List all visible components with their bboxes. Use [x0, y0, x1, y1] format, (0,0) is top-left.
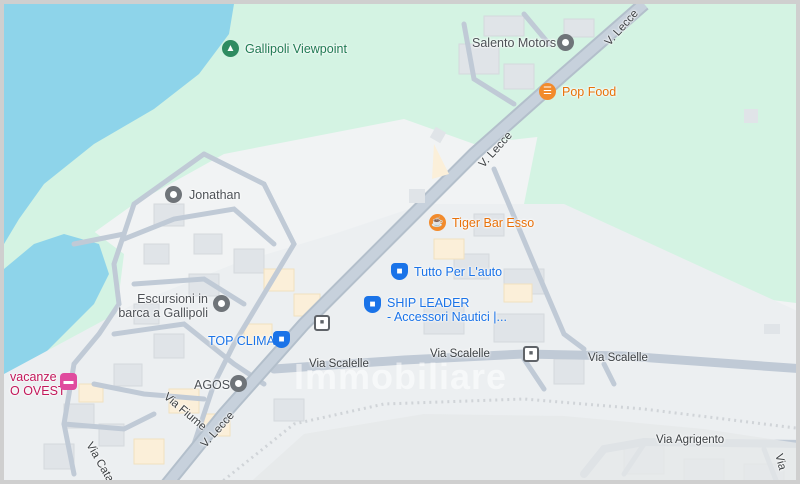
place-label-vacanze[interactable]: vacanze O OVEST: [10, 370, 66, 398]
map-base-layer: [4, 4, 796, 480]
road-label-via-scalelle-1: Via Scalelle: [309, 358, 369, 370]
place-pin-icon[interactable]: [165, 186, 182, 203]
place-label-gallipoli-viewpoint[interactable]: Gallipoli Viewpoint: [245, 42, 347, 56]
vacanze-line1: vacanze: [10, 370, 57, 384]
place-pin-icon[interactable]: [557, 34, 574, 51]
cafe-icon[interactable]: ☕: [429, 214, 446, 231]
place-label-escursioni[interactable]: Escursioni in barca a Gallipoli: [116, 292, 208, 320]
place-label-tiger-bar-esso[interactable]: Tiger Bar Esso: [452, 216, 534, 230]
road-label-via-scalelle-2: Via Scalelle: [430, 348, 490, 360]
park-icon[interactable]: ▲: [222, 40, 239, 57]
place-label-jonathan[interactable]: Jonathan: [189, 188, 240, 202]
shopping-bag-icon[interactable]: ■: [364, 296, 381, 313]
place-label-salento-motors[interactable]: Salento Motors: [472, 36, 556, 50]
escursioni-line1: Escursioni in: [137, 292, 208, 306]
bus-stop-icon[interactable]: ■: [523, 346, 539, 362]
road-label-via-scalelle-3: Via Scalelle: [588, 352, 648, 364]
place-pin-icon[interactable]: [213, 295, 230, 312]
map-canvas[interactable]: Immobiliare V. Lecce V. Lecce V. Lecce V…: [0, 0, 800, 484]
bus-stop-icon[interactable]: ■: [314, 315, 330, 331]
place-label-ship-leader[interactable]: SHIP LEADER - Accessori Nautici |...: [387, 296, 507, 324]
place-label-pop-food[interactable]: Pop Food: [562, 85, 616, 99]
place-label-agos[interactable]: AGOS: [194, 378, 230, 392]
restaurant-icon[interactable]: ☰: [539, 83, 556, 100]
ship-leader-line2: - Accessori Nautici |...: [387, 310, 507, 324]
shopping-bag-icon[interactable]: ■: [391, 263, 408, 280]
place-label-top-clima[interactable]: TOP CLIMA: [208, 334, 275, 348]
place-label-tutto-per-lauto[interactable]: Tutto Per L'auto: [414, 265, 502, 279]
shopping-bag-icon[interactable]: ■: [273, 331, 290, 348]
hotel-icon[interactable]: ▬: [60, 373, 77, 390]
road-label-via-agrigento: Via Agrigento: [656, 434, 725, 446]
escursioni-line2: barca a Gallipoli: [118, 306, 208, 320]
vacanze-line2: O OVEST: [10, 384, 66, 398]
ship-leader-line1: SHIP LEADER: [387, 296, 470, 310]
place-pin-icon[interactable]: [230, 375, 247, 392]
